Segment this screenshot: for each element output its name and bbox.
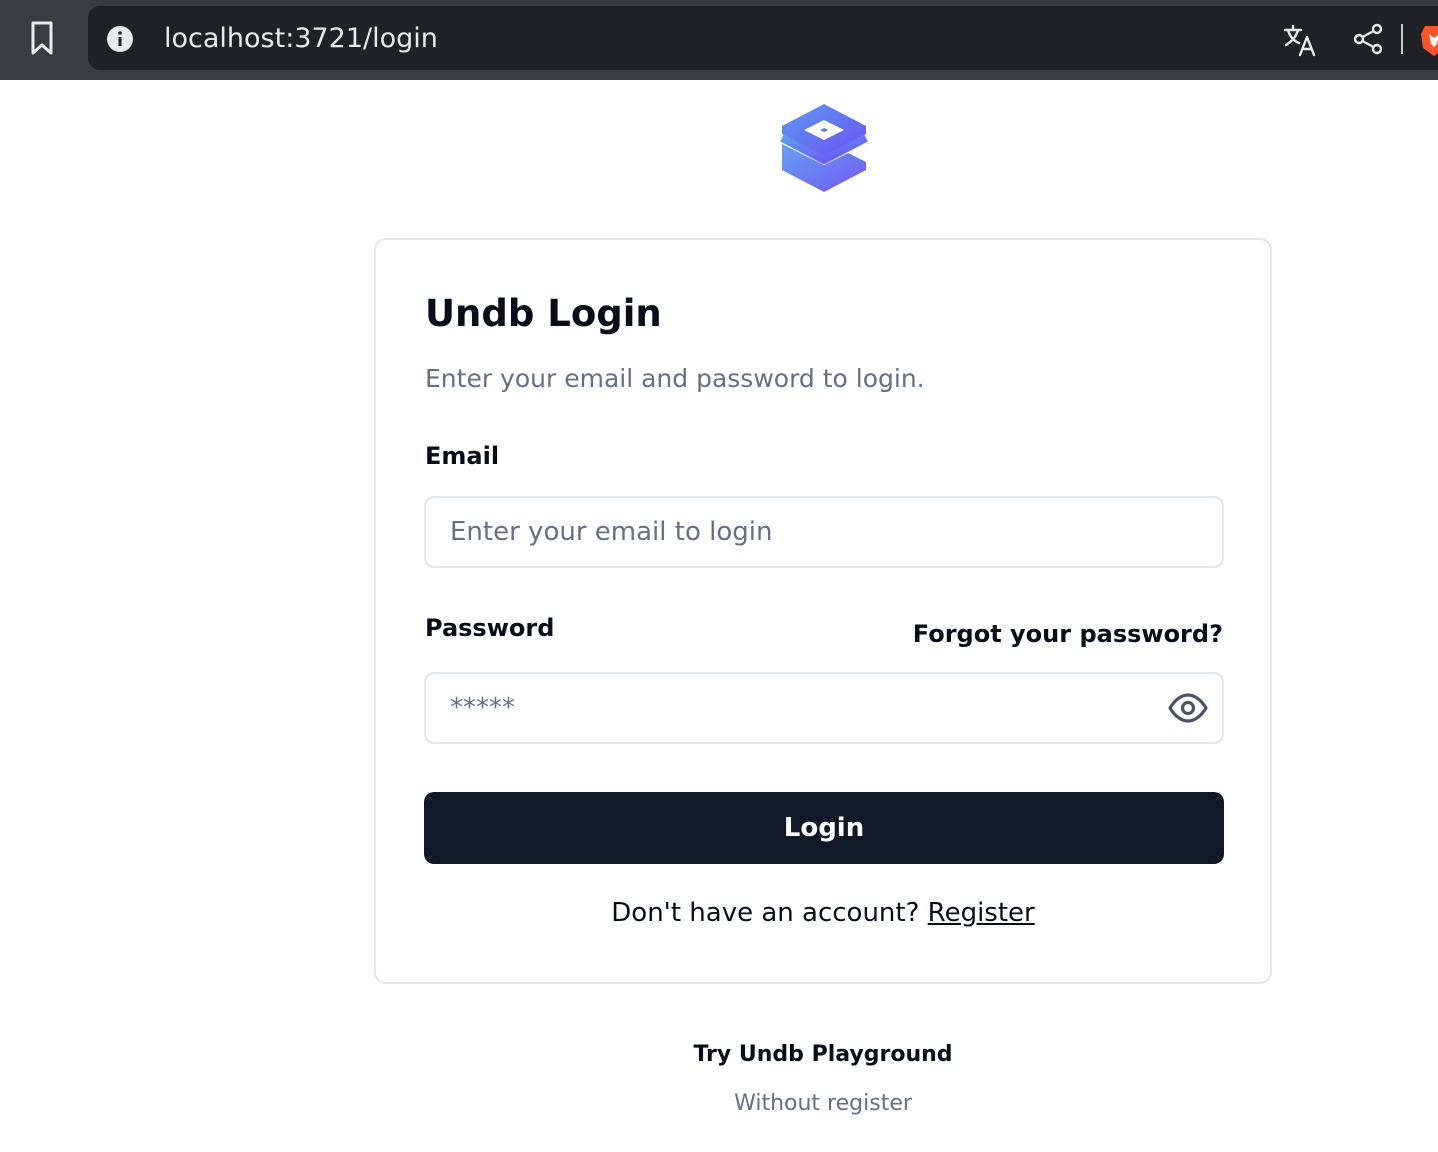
playground-subtitle: Without register bbox=[734, 1091, 912, 1116]
email-label: Email bbox=[425, 442, 500, 470]
bookmark-icon bbox=[31, 21, 53, 55]
register-prompt: Don't have an account? bbox=[611, 898, 920, 928]
brave-logo-icon[interactable] bbox=[1421, 22, 1438, 58]
undb-logo bbox=[780, 104, 868, 192]
bookmark-button[interactable] bbox=[22, 18, 62, 58]
login-card bbox=[374, 238, 1272, 984]
password-label: Password bbox=[425, 614, 555, 642]
translate-icon[interactable] bbox=[1282, 22, 1318, 58]
login-button[interactable]: Login bbox=[424, 792, 1224, 864]
register-link[interactable]: Register bbox=[928, 898, 1035, 928]
page-subtitle: Enter your email and password to login. bbox=[425, 364, 925, 393]
info-icon[interactable] bbox=[106, 25, 134, 53]
forgot-password-link[interactable]: Forgot your password? bbox=[913, 620, 1223, 648]
eye-icon[interactable] bbox=[1166, 690, 1210, 726]
toolbar-divider bbox=[1401, 24, 1403, 54]
register-prompt-row: Don't have an account? Register bbox=[374, 898, 1272, 928]
share-icon[interactable] bbox=[1351, 22, 1385, 56]
playground-link[interactable]: Try Undb Playground bbox=[374, 1042, 1272, 1067]
browser-toolbar: localhost:3721/login bbox=[0, 0, 1438, 80]
page-title: Undb Login bbox=[425, 292, 662, 335]
url-text[interactable]: localhost:3721/login bbox=[164, 20, 438, 58]
email-input[interactable] bbox=[424, 496, 1224, 568]
password-input[interactable] bbox=[424, 672, 1224, 744]
